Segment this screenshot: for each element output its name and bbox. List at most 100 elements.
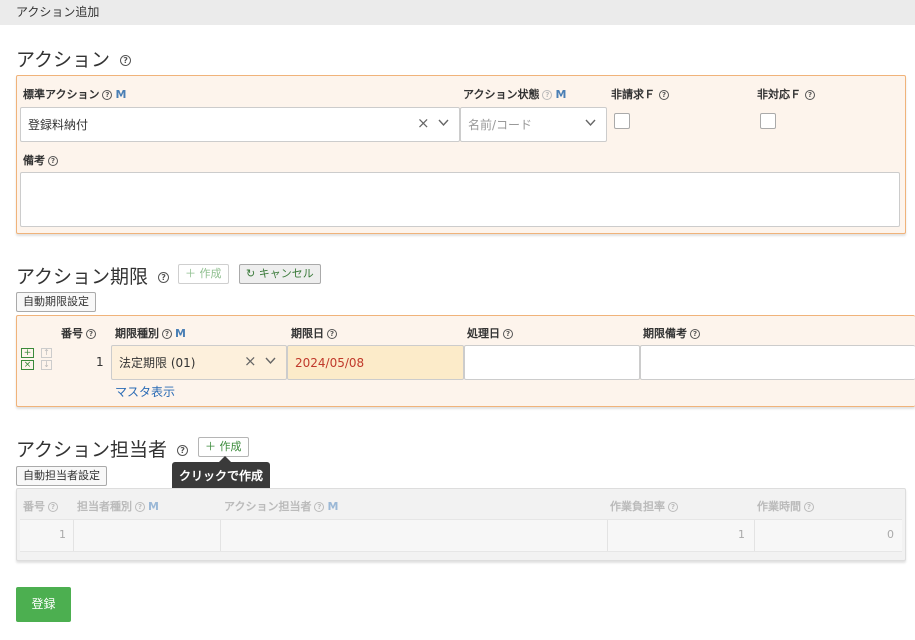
standard-action-label: 標準アクション? M bbox=[23, 86, 126, 102]
non-response-checkbox[interactable] bbox=[760, 113, 776, 129]
assignee-col-type: 担当者種別? M bbox=[77, 498, 159, 514]
non-billing-checkbox[interactable] bbox=[614, 113, 630, 129]
chevron-down-icon[interactable] bbox=[438, 119, 449, 127]
deadline-type-value: 法定期限 (01) bbox=[119, 356, 196, 370]
deadline-section-title-text: アクション期限 bbox=[16, 266, 149, 288]
deadline-col-remarks-text: 期限備考 bbox=[643, 327, 687, 340]
deadline-col-processed-date: 処理日? bbox=[467, 325, 513, 341]
move-down-icon[interactable]: ↓ bbox=[41, 360, 52, 370]
auto-assignee-button[interactable]: 自動担当者設定 bbox=[16, 466, 107, 486]
help-icon[interactable]: ? bbox=[162, 329, 172, 339]
due-date-value: 2024/05/08 bbox=[295, 355, 365, 370]
assignee-name-cell bbox=[221, 520, 608, 551]
master-marker: M bbox=[555, 88, 567, 101]
assignee-col-work-time-text: 作業時間 bbox=[757, 500, 801, 513]
assignee-section-title-text: アクション担当者 bbox=[16, 439, 168, 461]
assignee-col-assignee: アクション担当者? M bbox=[224, 498, 338, 514]
help-icon[interactable]: ? bbox=[48, 502, 58, 512]
action-status-label: アクション状態? M bbox=[463, 86, 566, 102]
deadline-cancel-label: キャンセル bbox=[258, 267, 314, 280]
help-icon[interactable]: ? bbox=[542, 90, 553, 100]
assignee-col-work-time: 作業時間? bbox=[757, 498, 814, 514]
help-icon[interactable]: ? bbox=[503, 329, 513, 339]
standard-action-label-text: 標準アクション bbox=[23, 88, 100, 101]
deadline-col-number: 番号? bbox=[61, 325, 96, 341]
deadline-cancel-button[interactable]: ↻ キャンセル bbox=[239, 264, 321, 284]
standard-action-select[interactable]: 登録料納付 bbox=[20, 107, 460, 142]
help-icon[interactable]: ? bbox=[158, 272, 170, 283]
assignee-create-label: 作成 bbox=[219, 440, 242, 453]
assignee-col-assignee-text: アクション担当者 bbox=[224, 500, 312, 513]
help-icon[interactable]: ? bbox=[120, 55, 132, 66]
remarks-label-text: 備考 bbox=[23, 154, 45, 167]
assignee-col-number: 番号? bbox=[23, 498, 58, 514]
assignee-col-load-rate: 作業負担率? bbox=[610, 498, 678, 514]
deadline-create-label: 作成 bbox=[199, 267, 222, 280]
help-icon[interactable]: ? bbox=[177, 445, 189, 456]
master-marker: M bbox=[115, 88, 127, 101]
master-marker: M bbox=[148, 500, 159, 513]
non-response-label-text: 非対応Ｆ bbox=[757, 88, 801, 101]
auto-deadline-button[interactable]: 自動期限設定 bbox=[16, 292, 96, 312]
create-tooltip: クリックで作成 bbox=[172, 462, 271, 491]
window-title: アクション追加 bbox=[16, 5, 100, 19]
help-icon[interactable]: ? bbox=[659, 90, 669, 100]
assignee-create-button[interactable]: ＋ 作成 bbox=[198, 437, 249, 457]
deadline-row-number: 1 bbox=[96, 355, 104, 369]
chevron-down-icon[interactable] bbox=[585, 119, 596, 127]
master-marker: M bbox=[175, 327, 186, 340]
due-date-input[interactable]: 2024/05/08 bbox=[287, 345, 464, 380]
non-billing-label-text: 非請求Ｆ bbox=[611, 88, 655, 101]
chevron-down-icon[interactable] bbox=[265, 357, 276, 365]
standard-action-value: 登録料納付 bbox=[28, 118, 89, 132]
help-icon[interactable]: ? bbox=[327, 329, 337, 339]
assignee-load-rate-value: 1 bbox=[738, 528, 745, 541]
deadline-col-type-text: 期限種別 bbox=[115, 327, 159, 340]
help-icon[interactable]: ? bbox=[102, 90, 113, 100]
help-icon[interactable]: ? bbox=[86, 329, 96, 339]
processed-date-input[interactable] bbox=[464, 345, 640, 380]
add-row-icon[interactable]: + bbox=[21, 348, 34, 358]
action-section-title: アクション ? bbox=[16, 45, 132, 72]
help-icon[interactable]: ? bbox=[314, 502, 325, 512]
clear-x-icon[interactable]: × bbox=[417, 114, 430, 132]
deadline-create-button[interactable]: ＋ 作成 bbox=[178, 264, 229, 284]
deadline-remarks-input[interactable] bbox=[640, 345, 915, 380]
clear-x-icon[interactable]: × bbox=[244, 352, 257, 370]
action-status-placeholder: 名前/コード bbox=[468, 118, 533, 132]
delete-row-icon[interactable]: × bbox=[21, 360, 34, 370]
action-section-title-text: アクション bbox=[16, 49, 111, 71]
assignee-number-cell: 1 bbox=[20, 520, 74, 551]
non-billing-label: 非請求Ｆ? bbox=[611, 86, 669, 102]
remarks-textarea[interactable] bbox=[20, 172, 900, 227]
help-icon[interactable]: ? bbox=[805, 90, 815, 100]
assignee-col-number-text: 番号 bbox=[23, 500, 45, 513]
help-icon[interactable]: ? bbox=[690, 329, 700, 339]
remarks-label: 備考? bbox=[23, 152, 58, 168]
assignee-col-load-rate-text: 作業負担率 bbox=[610, 500, 665, 513]
register-button[interactable]: 登録 bbox=[16, 587, 71, 622]
assignee-type-cell bbox=[74, 520, 221, 551]
action-status-label-text: アクション状態 bbox=[463, 88, 540, 101]
assignee-work-time-cell: 0 bbox=[755, 520, 902, 551]
help-icon[interactable]: ? bbox=[135, 502, 145, 512]
non-response-label: 非対応Ｆ? bbox=[757, 86, 815, 102]
deadline-col-remarks: 期限備考? bbox=[643, 325, 700, 341]
deadline-col-due-date-text: 期限日 bbox=[291, 327, 324, 340]
deadline-type-select[interactable]: 法定期限 (01) bbox=[111, 345, 287, 380]
master-display-link[interactable]: マスタ表示 bbox=[115, 383, 175, 400]
deadline-section-title: アクション期限 ? bbox=[16, 262, 170, 289]
assignee-number-value: 1 bbox=[59, 528, 66, 541]
assignee-load-rate-cell: 1 bbox=[608, 520, 755, 551]
move-up-icon[interactable]: ↑ bbox=[41, 348, 52, 358]
deadline-col-processed-date-text: 処理日 bbox=[467, 327, 500, 340]
assignee-col-type-text: 担当者種別 bbox=[77, 500, 132, 513]
help-icon[interactable]: ? bbox=[804, 502, 814, 512]
deadline-col-due-date: 期限日? bbox=[291, 325, 337, 341]
assignee-work-time-value: 0 bbox=[887, 528, 894, 541]
plus-icon: ＋ bbox=[205, 440, 216, 453]
deadline-col-number-text: 番号 bbox=[61, 327, 83, 340]
plus-icon: ＋ bbox=[185, 267, 196, 280]
help-icon[interactable]: ? bbox=[48, 156, 58, 166]
help-icon[interactable]: ? bbox=[668, 502, 678, 512]
